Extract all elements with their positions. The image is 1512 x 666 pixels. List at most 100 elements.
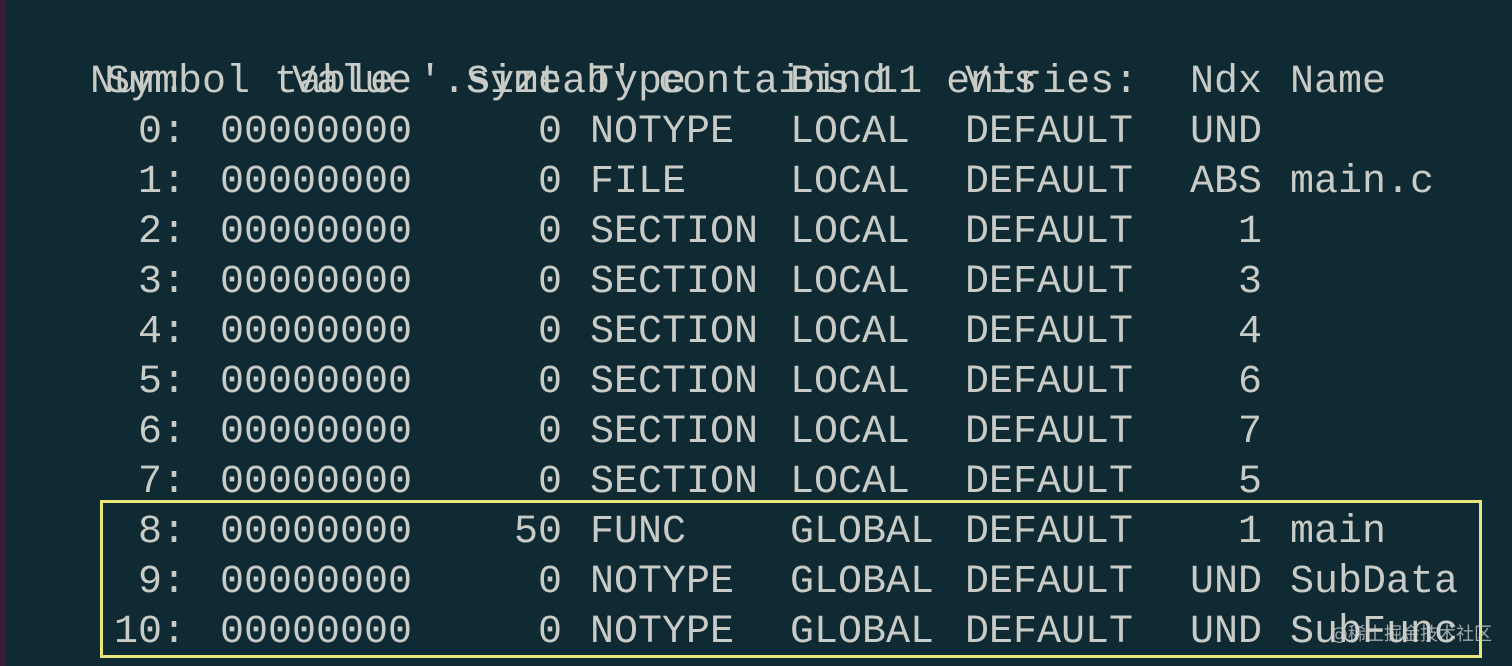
cell-bind: LOCAL (790, 360, 911, 405)
cell-vis: DEFAULT (965, 160, 1134, 205)
table-row: 9: 00000000 0 NOTYPE GLOBAL DEFAULT UND SubData (10, 558, 1510, 608)
cell-value: 00000000 (219, 260, 412, 305)
cell-type: SECTION (590, 460, 759, 505)
cell-type: SECTION (590, 210, 759, 255)
watermark: @稀土掘金技术社区 (1330, 624, 1492, 645)
cell-vis: DEFAULT (965, 310, 1134, 355)
cell-size: 0 (537, 460, 562, 505)
cell-size: 0 (537, 360, 562, 405)
cell-ndx: 4 (1237, 310, 1262, 355)
cell-value: 00000000 (219, 460, 412, 505)
cell-num: 6: (137, 410, 186, 455)
cell-size: 0 (537, 310, 562, 355)
symbol-table-title: Symbol table '.symtab' contains 11 entri… (10, 8, 1138, 105)
cell-value: 00000000 (219, 510, 412, 555)
cell-bind: LOCAL (790, 210, 911, 255)
cell-value: 00000000 (219, 210, 412, 255)
table-header: Num: Value Size Type Bind Vis Ndx Name (10, 58, 1510, 108)
cell-size: 0 (537, 210, 562, 255)
cell-ndx: 3 (1237, 260, 1262, 305)
cell-bind: GLOBAL (790, 510, 935, 555)
cell-num: 1: (137, 160, 186, 205)
cell-num: 4: (137, 310, 186, 355)
table-row: 7: 00000000 0 SECTION LOCAL DEFAULT 5 (10, 458, 1510, 508)
cell-type: SECTION (590, 360, 759, 405)
cell-num: 7: (137, 460, 186, 505)
cell-size: 0 (537, 110, 562, 155)
table-row: 1: 00000000 0 FILE LOCAL DEFAULT ABS main.c (10, 158, 1510, 208)
cell-bind: LOCAL (790, 260, 911, 305)
cell-bind: LOCAL (790, 110, 911, 155)
cell-name: main (1290, 510, 1387, 555)
cell-size: 0 (537, 160, 562, 205)
cell-ndx: UND (1189, 560, 1262, 605)
cell-num: 8: (137, 510, 186, 555)
cell-bind: LOCAL (790, 460, 911, 505)
cell-type: SECTION (590, 410, 759, 455)
cell-type: NOTYPE (590, 560, 735, 605)
cell-value: 00000000 (219, 560, 412, 605)
cell-ndx: 6 (1237, 360, 1262, 405)
cell-type: NOTYPE (590, 110, 735, 155)
cell-vis: DEFAULT (965, 410, 1134, 455)
cell-vis: DEFAULT (965, 360, 1134, 405)
cell-vis: DEFAULT (965, 510, 1134, 555)
table-row: 4: 00000000 0 SECTION LOCAL DEFAULT 4 (10, 308, 1510, 358)
cell-size: 0 (537, 260, 562, 305)
cell-bind: LOCAL (790, 160, 911, 205)
cell-num: 3: (137, 260, 186, 305)
header-num: Num: (89, 60, 186, 105)
cell-value: 00000000 (219, 610, 412, 655)
cell-ndx: 5 (1237, 460, 1262, 505)
cell-size: 50 (513, 510, 562, 555)
cell-vis: DEFAULT (965, 210, 1134, 255)
header-ndx: Ndx (1189, 60, 1262, 105)
cell-size: 0 (537, 410, 562, 455)
table-row: 0: 00000000 0 NOTYPE LOCAL DEFAULT UND (10, 108, 1510, 158)
table-row: 10: 00000000 0 NOTYPE GLOBAL DEFAULT UND SubFun… (10, 608, 1510, 658)
cell-vis: DEFAULT (965, 260, 1134, 305)
cell-ndx: 1 (1237, 510, 1262, 555)
cell-ndx: ABS (1189, 160, 1262, 205)
header-bind: Bind (790, 60, 887, 105)
cell-type: NOTYPE (590, 610, 735, 655)
cell-num: 9: (137, 560, 186, 605)
cell-value: 00000000 (219, 160, 412, 205)
cell-type: SECTION (590, 260, 759, 305)
cell-ndx: UND (1189, 110, 1262, 155)
cell-bind: GLOBAL (790, 560, 935, 605)
header-size: Size (465, 60, 562, 105)
cell-ndx: 7 (1237, 410, 1262, 455)
cell-size: 0 (537, 610, 562, 655)
cell-ndx: 1 (1237, 210, 1262, 255)
table-row: 3: 00000000 0 SECTION LOCAL DEFAULT 3 (10, 258, 1510, 308)
cell-type: FILE (590, 160, 687, 205)
cell-value: 00000000 (219, 360, 412, 405)
cell-bind: GLOBAL (790, 610, 935, 655)
table-row: 8: 00000000 50 FUNC GLOBAL DEFAULT 1 main (10, 508, 1510, 558)
header-name: Name (1290, 60, 1387, 105)
cell-vis: DEFAULT (965, 560, 1134, 605)
cell-name: SubData (1290, 560, 1459, 605)
cell-num: 10: (113, 610, 186, 655)
table-row: 6: 00000000 0 SECTION LOCAL DEFAULT 7 (10, 408, 1510, 458)
cell-num: 0: (137, 110, 186, 155)
cell-vis: DEFAULT (965, 110, 1134, 155)
cell-size: 0 (537, 560, 562, 605)
cell-type: FUNC (590, 510, 687, 555)
cell-type: SECTION (590, 310, 759, 355)
header-value: Value (291, 60, 412, 105)
cell-bind: LOCAL (790, 410, 911, 455)
cell-vis: DEFAULT (965, 460, 1134, 505)
cell-ndx: UND (1189, 610, 1262, 655)
header-type: Type (590, 60, 687, 105)
header-vis: Vis (965, 60, 1038, 105)
cell-num: 2: (137, 210, 186, 255)
cell-value: 00000000 (219, 110, 412, 155)
table-row: 5: 00000000 0 SECTION LOCAL DEFAULT 6 (10, 358, 1510, 408)
cell-num: 5: (137, 360, 186, 405)
terminal-window[interactable]: Symbol table '.symtab' contains 11 entri… (0, 0, 1512, 666)
cell-value: 00000000 (219, 310, 412, 355)
cell-bind: LOCAL (790, 310, 911, 355)
table-row: 2: 00000000 0 SECTION LOCAL DEFAULT 1 (10, 208, 1510, 258)
